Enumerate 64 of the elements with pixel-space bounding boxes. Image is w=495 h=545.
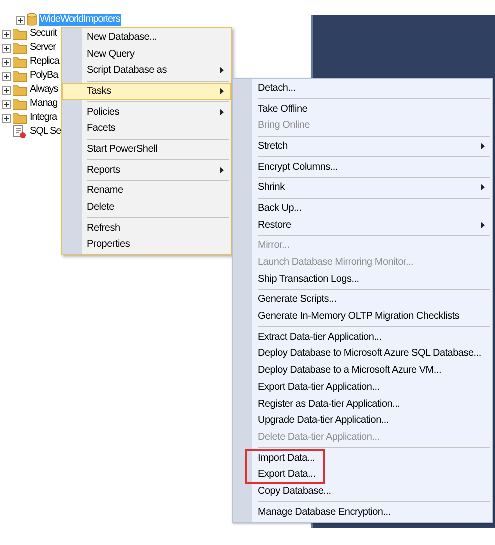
folder-icon <box>13 70 27 82</box>
folder-icon <box>13 112 27 124</box>
expand-icon[interactable] <box>2 86 11 94</box>
menu-item[interactable]: Copy Database... <box>233 483 492 500</box>
folder-icon <box>13 56 27 68</box>
folder-icon <box>13 28 27 40</box>
menu-item[interactable]: Start PowerShell <box>62 141 231 158</box>
submenu-arrow-icon <box>481 184 485 192</box>
submenu-arrow-icon <box>220 166 224 174</box>
tree-item[interactable]: Replica <box>29 56 60 68</box>
menu-item[interactable]: Policies <box>62 104 231 120</box>
submenu-arrow-icon <box>481 222 485 229</box>
submenu-arrow-icon <box>220 67 224 74</box>
menu-item[interactable]: Tasks <box>62 83 231 100</box>
tree-item[interactable]: SQL Se <box>29 126 62 138</box>
menu-item[interactable]: New Query <box>62 46 231 62</box>
menu-item[interactable]: Restore <box>233 216 492 234</box>
menu-item[interactable]: Properties <box>62 236 231 254</box>
menu-item[interactable]: Ship Transaction Logs... <box>233 270 492 288</box>
tree-item[interactable]: Always <box>29 84 60 96</box>
menu-item[interactable]: Deploy Database to Microsoft Azure SQL Database... <box>233 346 492 362</box>
menu-item[interactable]: Encrypt Columns... <box>233 158 492 176</box>
menu-item[interactable]: Shrink <box>233 179 492 196</box>
menu-item[interactable]: Upgrade Data-tier Application... <box>233 412 492 430</box>
folder-icon <box>13 84 27 96</box>
menu-item[interactable]: Stretch <box>233 138 492 155</box>
menu-item[interactable]: Facets <box>62 120 231 138</box>
tree-item[interactable]: PolyBa <box>29 70 60 82</box>
menu-item[interactable]: Export Data-tier Application... <box>233 379 492 396</box>
expand-icon[interactable] <box>2 44 11 52</box>
expand-icon[interactable] <box>2 30 11 38</box>
menu-item[interactable]: Take Offline <box>233 100 492 118</box>
tree-item[interactable]: Securit <box>29 28 58 40</box>
menu-item[interactable]: Manage Database Encryption... <box>233 504 492 520</box>
agent-icon <box>13 125 27 139</box>
menu-item[interactable]: Delete <box>62 199 231 216</box>
folder-icon <box>13 42 27 54</box>
menu-item[interactable]: Rename <box>62 182 231 200</box>
expand-icon[interactable] <box>2 100 11 108</box>
submenu-arrow-icon <box>220 108 224 116</box>
menu-item[interactable]: Generate Scripts... <box>233 292 492 308</box>
tree-item[interactable]: Manag <box>29 98 59 110</box>
expand-icon[interactable] <box>2 72 11 80</box>
menu-item[interactable]: New Database... <box>62 29 231 46</box>
expand-icon[interactable] <box>2 58 11 66</box>
menu-item[interactable]: Generate In-Memory OLTP Migration Checklists <box>233 308 492 325</box>
menu-item[interactable]: Deploy Database to a Microsoft Azure VM... <box>233 362 492 379</box>
menu-item[interactable]: Reports <box>62 162 231 178</box>
tree-item[interactable]: Integra <box>29 112 58 124</box>
menu-item[interactable]: Register as Data-tier Application... <box>233 396 492 412</box>
menu-item[interactable]: Extract Data-tier Application... <box>233 328 492 346</box>
tree-item[interactable]: Server <box>29 42 57 54</box>
menu-item[interactable]: Back Up... <box>233 200 492 217</box>
database-icon <box>27 13 37 27</box>
menu-item[interactable]: Refresh <box>62 220 231 237</box>
folder-icon <box>13 98 27 110</box>
expand-icon[interactable] <box>2 114 11 122</box>
submenu-arrow-icon <box>481 143 485 150</box>
menu-item[interactable]: Export Data... <box>233 466 492 484</box>
menu-item[interactable]: Script Database as <box>62 62 231 80</box>
expand-icon[interactable] <box>16 16 25 24</box>
submenu-arrow-icon <box>220 88 224 96</box>
menu-item[interactable]: Detach... <box>233 80 492 97</box>
menu-item[interactable]: Import Data... <box>233 450 492 466</box>
